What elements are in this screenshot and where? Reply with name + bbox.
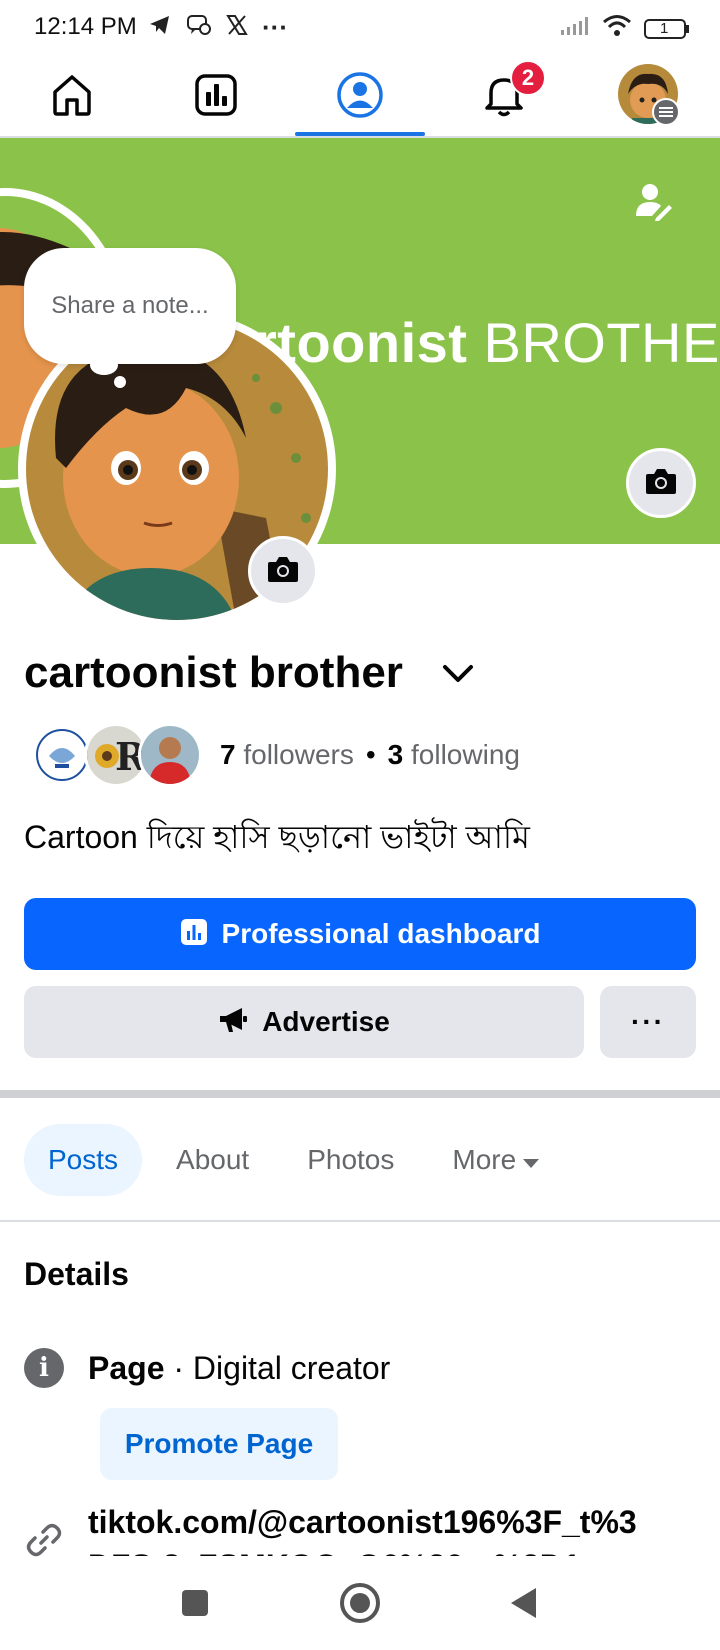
battery-level: 1 [660, 19, 669, 37]
cover-camera-button[interactable] [626, 448, 696, 518]
followers-label: followers [235, 739, 354, 770]
tab-posts-label: Posts [48, 1144, 119, 1175]
advertise-button[interactable]: Advertise [24, 986, 584, 1058]
following-label: following [403, 739, 520, 770]
profile-name: cartoonist brother [24, 648, 403, 697]
recent-apps-button[interactable] [165, 1580, 225, 1630]
profile-camera-button[interactable] [248, 536, 318, 606]
follower-avatar-3 [138, 723, 202, 787]
telegram-icon [148, 13, 172, 42]
nav-home[interactable] [12, 62, 132, 132]
page-type-bold: Page [88, 1350, 165, 1386]
camera-icon [645, 467, 677, 500]
nav-dashboard[interactable] [156, 62, 276, 132]
more-options-button[interactable]: ··· [600, 986, 696, 1058]
tab-posts[interactable]: Posts [24, 1124, 143, 1196]
status-time: 12:14 PM [34, 13, 137, 40]
professional-dashboard-label: Professional dashboard [221, 918, 541, 949]
profile-icon [336, 71, 384, 124]
switch-profile-button[interactable] [438, 660, 478, 692]
link-icon [24, 1520, 64, 1560]
tab-more-label: More [452, 1144, 517, 1175]
nav-profile[interactable] [300, 62, 420, 132]
promote-page-label: Promote Page [124, 1428, 314, 1459]
share-note-bubble[interactable]: Share a note... [24, 248, 236, 364]
status-system-icons: 1 [560, 14, 690, 43]
followers-row[interactable]: R 7 followers • 3 following [30, 722, 520, 788]
back-button[interactable] [493, 1580, 553, 1630]
page-type-rest: · Digital creator [164, 1350, 391, 1386]
share-note-placeholder: Share a note... [51, 292, 209, 319]
info-icon: i [24, 1348, 64, 1388]
advertise-label: Advertise [262, 1006, 390, 1037]
website-link[interactable]: tiktok.com/@cartoonist196%3F_t%3DZS-8vZS… [88, 1500, 648, 1556]
tab-more[interactable]: More [428, 1124, 564, 1196]
chat-icon [186, 13, 212, 42]
details-heading: Details [24, 1256, 129, 1292]
note-bubble-tail-small [114, 376, 126, 388]
tabs-divider [0, 1220, 720, 1222]
cover-title: rtoonist BROTHER [255, 310, 720, 375]
section-divider [0, 1090, 720, 1098]
tab-photos[interactable]: Photos [283, 1124, 418, 1196]
home-icon [49, 72, 95, 123]
followers-summary[interactable]: 7 followers • 3 following [220, 739, 520, 771]
dashboard-icon [193, 72, 239, 123]
following-count: 3 [387, 739, 404, 770]
more-dots-icon: ··· [631, 1006, 665, 1037]
megaphone-icon [218, 1005, 248, 1040]
x-logo-icon [226, 14, 248, 41]
back-triangle-icon [508, 1586, 538, 1625]
signal-icon [560, 16, 590, 41]
edit-profile-button[interactable] [628, 178, 680, 230]
status-bar: 12:14 PM ··· 1 [0, 0, 720, 56]
tab-photos-label: Photos [307, 1144, 395, 1175]
nav-notifications[interactable] [444, 62, 564, 132]
status-more-icon: ··· [262, 12, 288, 42]
followers-separator: • [365, 739, 376, 770]
followers-count: 7 [220, 739, 236, 770]
cover-title-light: BROTHER [483, 311, 720, 374]
status-notification-icons: ··· [148, 12, 288, 43]
website-link-text: tiktok.com/@cartoonist196%3F_t%3DZS-8vZS… [88, 1504, 637, 1556]
chevron-down-icon [442, 664, 474, 689]
menu-icon[interactable] [652, 98, 680, 126]
page-category: Page · Digital creator [88, 1350, 390, 1387]
android-navigation-bar [0, 1560, 720, 1650]
tab-about[interactable]: About [152, 1124, 273, 1196]
note-bubble-tail [90, 355, 118, 375]
top-navigation: 2 [0, 56, 720, 138]
professional-dashboard-button[interactable]: Professional dashboard [24, 898, 696, 970]
square-icon [180, 1588, 210, 1623]
caret-down-icon [522, 1144, 540, 1176]
dashboard-icon [180, 918, 208, 951]
profile-tabs: Posts About Photos More [24, 1124, 564, 1196]
wifi-icon [602, 14, 632, 43]
promote-page-button[interactable]: Promote Page [100, 1408, 338, 1480]
active-tab-indicator [295, 132, 425, 136]
person-edit-icon [634, 182, 674, 227]
notifications-badge: 2 [510, 60, 546, 96]
circle-icon [338, 1581, 382, 1630]
profile-bio: Cartoon দিয়ে হাসি ছড়ানো ভাইটা আমি [24, 819, 530, 855]
home-button[interactable] [330, 1580, 390, 1630]
battery-icon: 1 [644, 18, 690, 40]
camera-icon [267, 555, 299, 588]
tab-about-label: About [176, 1144, 250, 1175]
